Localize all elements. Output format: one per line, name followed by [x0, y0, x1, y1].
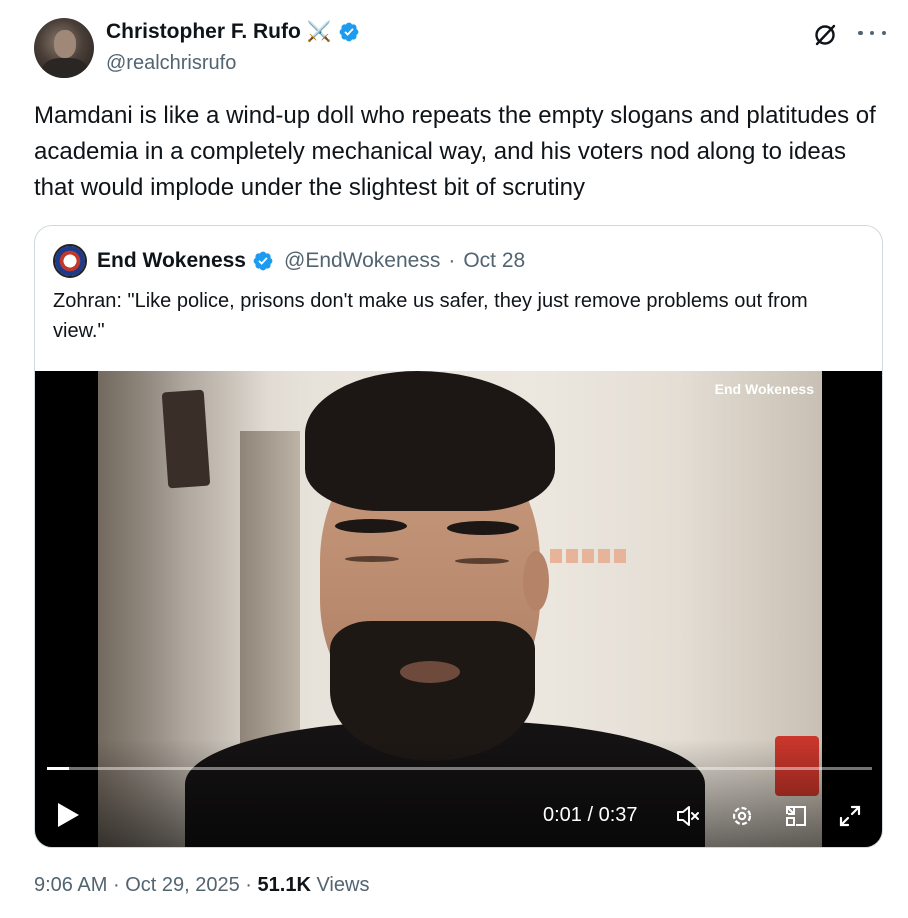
- verified-badge-icon: [339, 22, 359, 42]
- author-handle[interactable]: @realchrisrufo: [106, 52, 236, 75]
- quote-date[interactable]: Oct 28: [463, 249, 525, 273]
- quote-separator: ·: [448, 249, 456, 272]
- quote-author-name[interactable]: End Wokeness: [97, 249, 246, 273]
- more-icon[interactable]: [858, 22, 886, 44]
- video-person-eye: [345, 556, 399, 562]
- video-controls-overlay: [35, 739, 882, 847]
- more-dot: [881, 30, 886, 36]
- video-wall-tiles: [550, 549, 630, 563]
- author-name[interactable]: Christopher F. Rufo: [106, 20, 301, 44]
- video-progress-bar[interactable]: [47, 767, 872, 770]
- video-person-ear: [523, 551, 549, 611]
- video-wall-clock: [161, 389, 211, 489]
- video-time: 0:01 / 0:37: [543, 804, 638, 826]
- crossed-swords-emoji: ⚔️: [306, 21, 332, 43]
- mute-icon[interactable]: [675, 803, 701, 829]
- avatar-shirt: [42, 58, 88, 78]
- views-count: 51.1K: [257, 874, 311, 896]
- verified-badge-icon: [253, 251, 273, 271]
- quote-author-handle[interactable]: @EndWokeness: [284, 249, 440, 273]
- more-dot: [858, 30, 863, 36]
- video-player[interactable]: End Wokeness 0:01 / 0:37: [35, 371, 882, 847]
- more-dot: [869, 30, 875, 36]
- quoted-tweet[interactable]: End Wokeness @EndWokeness · Oct 28 Zohra…: [34, 225, 883, 848]
- tweet-text: Mamdani is like a wind-up doll who repea…: [34, 102, 876, 201]
- author-avatar[interactable]: [34, 18, 94, 78]
- video-person-brow: [335, 519, 407, 533]
- video-progress-fill: [47, 767, 70, 770]
- video-person-mouth: [400, 661, 460, 683]
- tweet-footer: 9:06 AM · Oct 29, 2025 · 51.1K Views: [34, 874, 369, 897]
- play-icon[interactable]: [55, 801, 81, 829]
- pip-icon[interactable]: [783, 803, 809, 829]
- quote-text: Zohran: "Like police, prisons don't make…: [53, 290, 808, 342]
- quote-header: End Wokeness @EndWokeness · Oct 28: [53, 244, 525, 278]
- video-person-eye: [455, 558, 509, 564]
- video-person-brow: [447, 521, 519, 535]
- footer-separator: ·: [245, 874, 252, 896]
- views-label: Views: [316, 874, 370, 896]
- fullscreen-icon[interactable]: [837, 803, 863, 829]
- author-name-row: Christopher F. Rufo ⚔️: [106, 20, 360, 44]
- tweet-card: Christopher F. Rufo ⚔️ @realchrisrufo Ma…: [8, 0, 908, 918]
- settings-icon[interactable]: [729, 803, 755, 829]
- footer-separator: ·: [112, 874, 120, 896]
- video-watermark: End Wokeness: [714, 381, 814, 397]
- tweet-time[interactable]: 9:06 AM: [34, 874, 107, 896]
- avatar-face: [54, 30, 76, 58]
- tweet-date[interactable]: Oct 29, 2025: [125, 874, 240, 896]
- grok-icon[interactable]: [812, 22, 838, 48]
- quote-avatar[interactable]: [53, 244, 87, 278]
